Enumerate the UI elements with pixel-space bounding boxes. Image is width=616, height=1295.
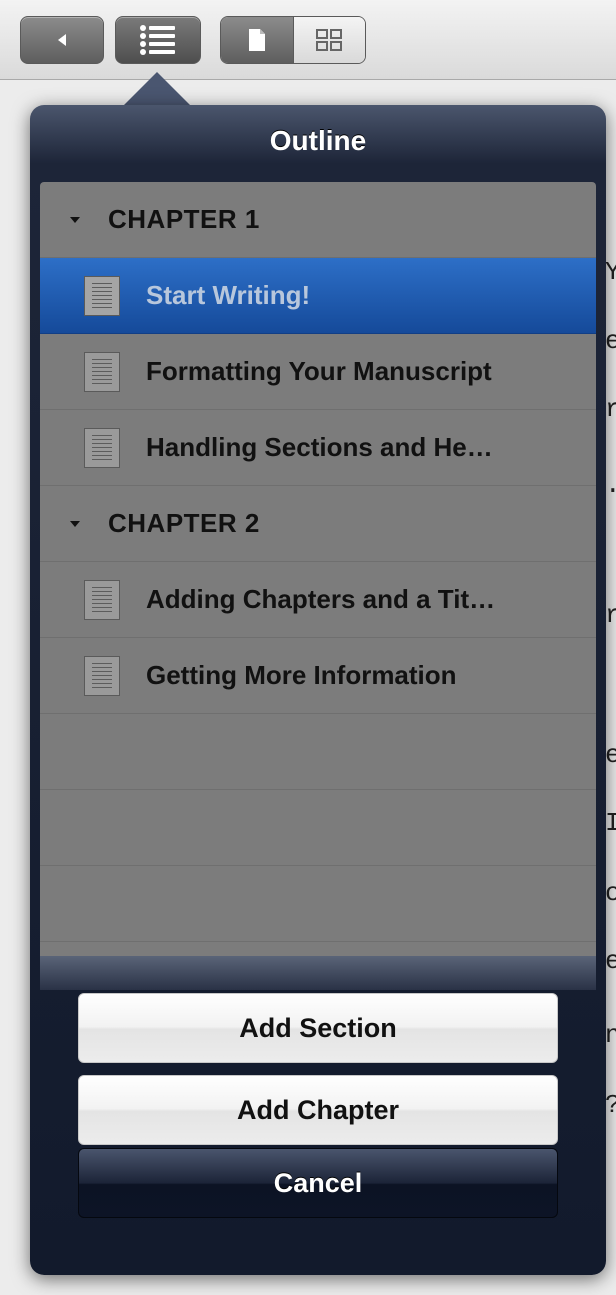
popover-title: Outline — [269, 125, 367, 156]
background-text-fragment: e — [605, 326, 616, 356]
add-chapter-button[interactable]: Add Chapter — [78, 1075, 558, 1145]
outline-button[interactable] — [115, 16, 201, 64]
outline-section-row[interactable]: Start Writing! — [40, 258, 596, 334]
outline-row-label: Adding Chapters and a Tit… — [146, 584, 496, 614]
background-text-fragment: I — [605, 808, 616, 838]
page-view-button[interactable] — [221, 17, 294, 63]
grid-view-button[interactable] — [293, 17, 365, 63]
view-mode-segmented-control — [220, 16, 366, 64]
background-text-fragment: r — [605, 600, 616, 630]
outline-chapter-row[interactable]: CHAPTER 2 — [40, 486, 596, 562]
toolbar — [0, 0, 616, 80]
outline-list[interactable]: CHAPTER 1 Start Writing! Formatting Your M… — [40, 182, 596, 956]
outline-section-row[interactable]: Getting More Information — [40, 638, 596, 714]
outline-section-row[interactable]: Adding Chapters and a Tit… — [40, 562, 596, 638]
outline-popover: Outline CHAPTER 1 Start Writing! Formattin… — [30, 105, 606, 1275]
document-icon — [84, 351, 120, 392]
document-icon — [84, 427, 120, 468]
background-text-fragment: Y — [605, 257, 616, 287]
background-text-fragment: r — [605, 394, 616, 424]
background-text-fragment: c — [605, 878, 616, 908]
grid-view-icon — [316, 29, 343, 51]
outline-row-label: Formatting Your Manuscript — [146, 356, 492, 386]
disclosure-triangle-icon[interactable] — [70, 520, 80, 527]
document-icon — [84, 655, 120, 696]
outline-row-label: Start Writing! — [146, 280, 311, 310]
outline-section-row[interactable]: Handling Sections and He… — [40, 410, 596, 486]
cancel-button[interactable]: Cancel — [78, 1148, 558, 1218]
outline-chapter-row[interactable]: CHAPTER 1 — [40, 182, 596, 258]
background-text-fragment: ? — [605, 1090, 616, 1120]
page-view-icon — [248, 29, 265, 51]
empty-row — [40, 866, 596, 942]
background-text-fragment: n — [605, 1020, 616, 1050]
document-icon — [84, 275, 120, 316]
outline-list-icon — [140, 25, 175, 55]
background-text-fragment: e — [605, 740, 616, 770]
disclosure-triangle-icon[interactable] — [70, 216, 80, 223]
popover-arrow — [121, 72, 193, 108]
list-footer-bar — [40, 956, 596, 990]
empty-row — [40, 790, 596, 866]
back-arrow-icon — [58, 34, 66, 46]
document-icon — [84, 579, 120, 620]
background-text-fragment: . — [605, 470, 616, 500]
outline-row-label: Handling Sections and He… — [146, 432, 493, 462]
outline-row-label: Getting More Information — [146, 660, 457, 690]
add-section-button[interactable]: Add Section — [78, 993, 558, 1063]
back-button[interactable] — [20, 16, 104, 64]
background-text-fragment: e — [605, 946, 616, 976]
outline-row-label: CHAPTER 1 — [108, 204, 260, 234]
outline-row-label: CHAPTER 2 — [108, 508, 260, 538]
outline-section-row[interactable]: Formatting Your Manuscript — [40, 334, 596, 410]
empty-row — [40, 714, 596, 790]
